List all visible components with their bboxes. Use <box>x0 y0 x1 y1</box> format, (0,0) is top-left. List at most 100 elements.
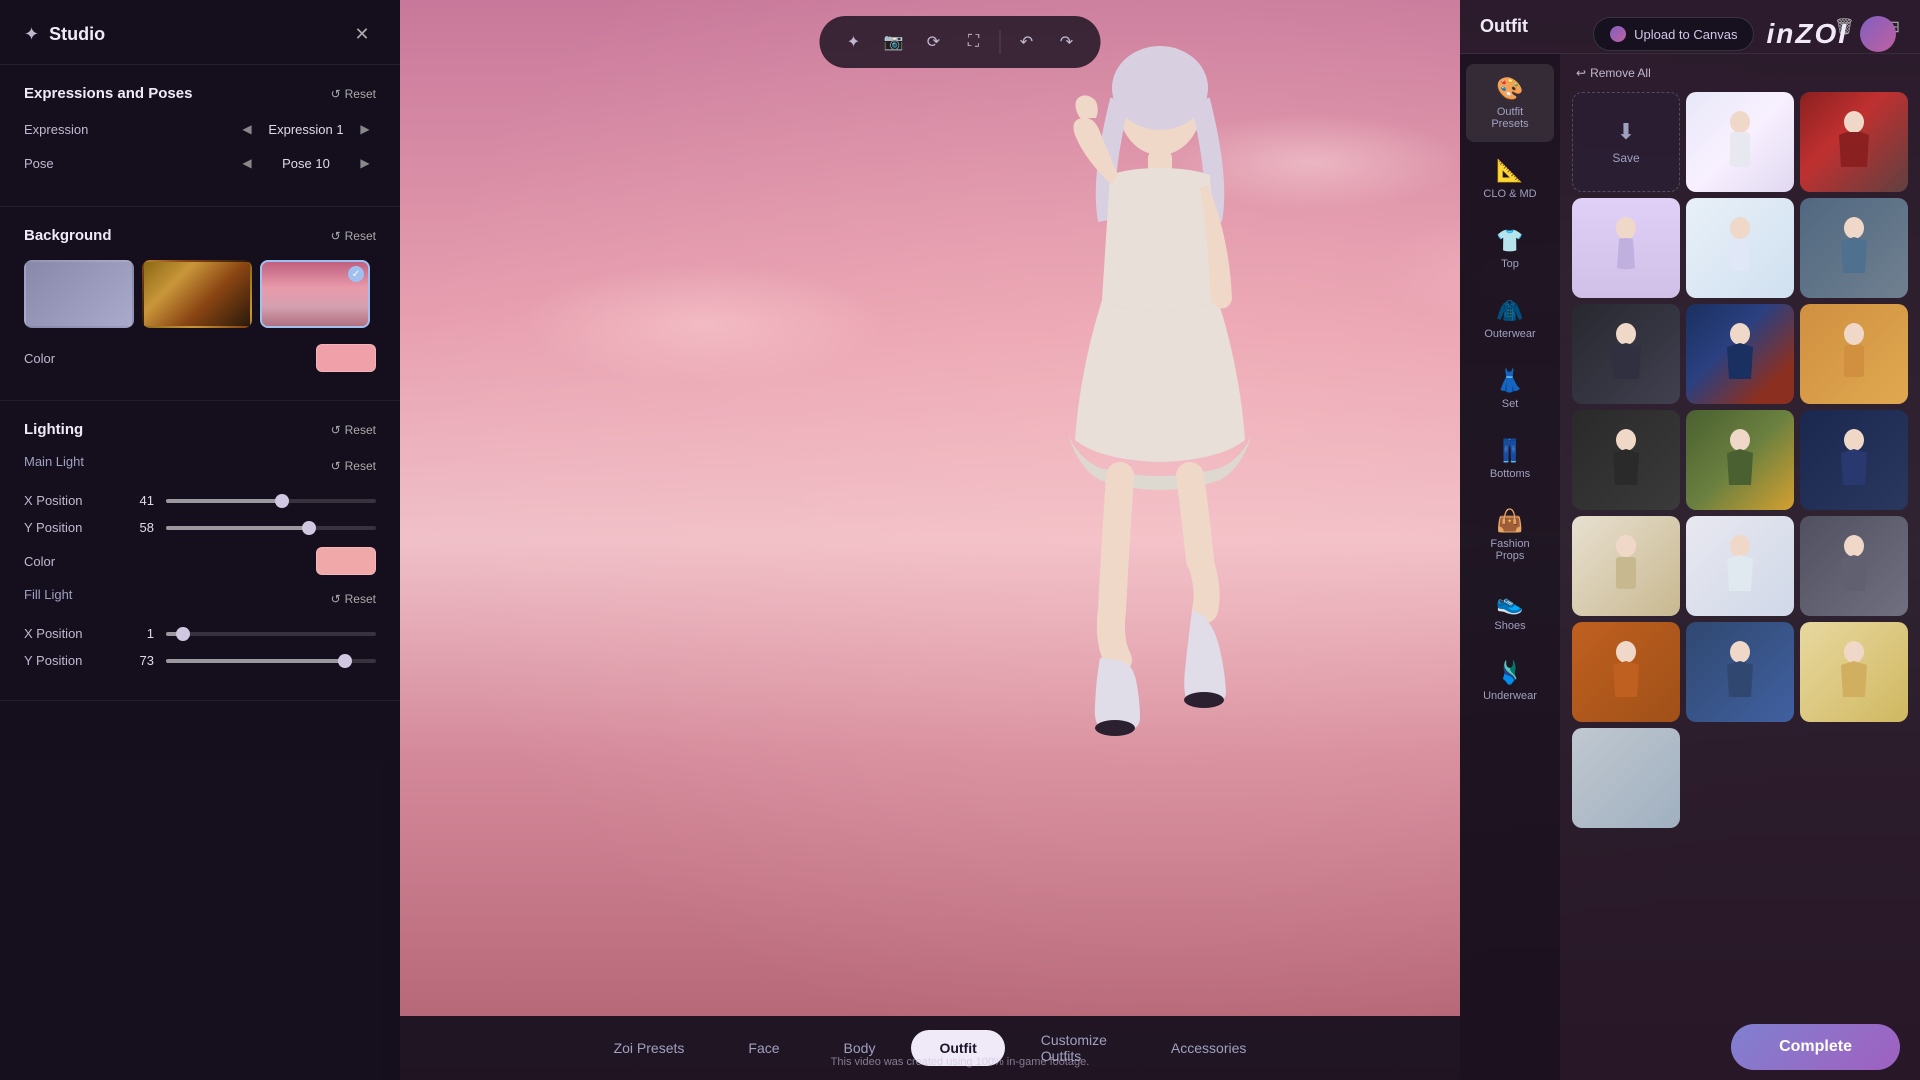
outfit-card-7[interactable] <box>1686 304 1794 404</box>
category-outerwear[interactable]: 🧥 Outerwear <box>1466 286 1554 352</box>
shoes-icon: 👟 <box>1496 590 1523 616</box>
outfit-card-10[interactable] <box>1686 410 1794 510</box>
background-reset-button[interactable]: ↺ Reset <box>331 229 376 243</box>
outfit-card-9[interactable] <box>1572 410 1680 510</box>
bg-thumbnail-pink-sky[interactable]: ✓ <box>260 260 370 328</box>
outfit-card-2[interactable] <box>1800 92 1908 192</box>
studio-icon: ✦ <box>24 24 39 45</box>
lighting-reset-button[interactable]: ↺ Reset <box>331 423 376 437</box>
lighting-reset-icon: ↺ <box>331 423 341 437</box>
outfit-save-card[interactable]: ⬇ Save <box>1572 92 1680 192</box>
outfit-card-14[interactable] <box>1800 516 1908 616</box>
outfit-card-3[interactable] <box>1572 198 1680 298</box>
reset-icon: ↺ <box>331 87 341 101</box>
main-light-y-fill <box>166 526 309 530</box>
top-icon: 👕 <box>1496 228 1523 254</box>
outfit-card-5[interactable] <box>1800 198 1908 298</box>
outfit-panel-body: 🎨 OutfitPresets 📐 CLO & MD 👕 Top 🧥 Outer… <box>1460 54 1920 1080</box>
complete-button[interactable]: Complete <box>1731 1024 1900 1070</box>
expression-next-button[interactable]: ▶ <box>354 118 376 140</box>
bg-thumbnail-room[interactable] <box>142 260 252 328</box>
bg-selected-check: ✓ <box>348 266 364 282</box>
fill-light-x-slider[interactable] <box>166 632 376 636</box>
pose-control: Pose ◀ Pose 10 ▶ <box>24 152 376 174</box>
camera-tool-button[interactable]: 📷 <box>876 24 912 60</box>
fill-light-header: Fill Light ↺ Reset <box>24 587 376 610</box>
category-underwear[interactable]: 🩱 Underwear <box>1466 648 1554 714</box>
pose-prev-button[interactable]: ◀ <box>236 152 258 174</box>
remove-all-button[interactable]: ↩ Remove All <box>1576 66 1651 80</box>
fill-light-reset-icon: ↺ <box>331 592 341 606</box>
outfit-category-sidebar: 🎨 OutfitPresets 📐 CLO & MD 👕 Top 🧥 Outer… <box>1460 54 1560 1080</box>
outfit-card-12[interactable] <box>1572 516 1680 616</box>
background-header: Background ↺ Reset <box>24 227 376 244</box>
outfit-card-6[interactable] <box>1572 304 1680 404</box>
outfit-card-17[interactable] <box>1800 622 1908 722</box>
tab-face[interactable]: Face <box>720 1030 807 1066</box>
category-bottoms[interactable]: 👖 Bottoms <box>1466 426 1554 492</box>
move-tool-button[interactable]: ✦ <box>836 24 872 60</box>
main-light-reset-icon: ↺ <box>331 459 341 473</box>
expression-control: Expression ◀ Expression 1 ▶ <box>24 118 376 140</box>
main-light-y-thumb[interactable] <box>302 521 316 535</box>
bottoms-label: Bottoms <box>1490 468 1530 480</box>
fill-light-x-thumb[interactable] <box>176 627 190 641</box>
close-panel-button[interactable]: ✕ <box>348 20 376 48</box>
rotate-tool-button[interactable]: ⟳ <box>916 24 952 60</box>
expressions-poses-reset-button[interactable]: ↺ Reset <box>331 87 376 101</box>
underwear-icon: 🩱 <box>1496 660 1523 686</box>
main-light-x-value: 41 <box>126 493 154 508</box>
redo-button[interactable]: ↷ <box>1049 24 1085 60</box>
outfit-presets-header: ↩ Remove All <box>1568 62 1912 88</box>
category-clo-md[interactable]: 📐 CLO & MD <box>1466 146 1554 212</box>
main-light-reset-button[interactable]: ↺ Reset <box>331 459 376 473</box>
fullscreen-tool-button[interactable]: ⛶ <box>956 24 992 60</box>
background-color-label: Color <box>24 351 104 366</box>
main-light-y-value: 58 <box>126 520 154 535</box>
upload-btn-label: Upload to Canvas <box>1634 27 1737 42</box>
outfit-card-13[interactable] <box>1686 516 1794 616</box>
user-avatar-button[interactable] <box>1860 16 1896 52</box>
tab-accessories[interactable]: Accessories <box>1143 1030 1274 1066</box>
main-light-x-thumb[interactable] <box>275 494 289 508</box>
main-light-x-fill <box>166 499 282 503</box>
expressions-poses-title: Expressions and Poses <box>24 85 192 102</box>
underwear-label: Underwear <box>1483 690 1537 702</box>
expression-prev-button[interactable]: ◀ <box>236 118 258 140</box>
bg-thumbnail-gray[interactable] <box>24 260 134 328</box>
category-top[interactable]: 👕 Top <box>1466 216 1554 282</box>
bottoms-icon: 👖 <box>1496 438 1523 464</box>
main-light-y-slider[interactable] <box>166 526 376 530</box>
fill-light-y-slider[interactable] <box>166 659 376 663</box>
main-light-x-slider[interactable] <box>166 499 376 503</box>
upload-to-canvas-button[interactable]: Upload to Canvas <box>1593 17 1754 51</box>
pose-nav: ◀ Pose 10 ▶ <box>104 152 376 174</box>
tab-zoi-presets[interactable]: Zoi Presets <box>586 1030 713 1066</box>
fill-light-y-value: 73 <box>126 653 154 668</box>
background-color-swatch[interactable] <box>316 344 376 372</box>
outfit-card-16[interactable] <box>1686 622 1794 722</box>
outfit-card-15[interactable] <box>1572 622 1680 722</box>
category-shoes[interactable]: 👟 Shoes <box>1466 578 1554 644</box>
category-outfit-presets[interactable]: 🎨 OutfitPresets <box>1466 64 1554 142</box>
outfit-card-4[interactable] <box>1686 198 1794 298</box>
outfit-card-8[interactable] <box>1800 304 1908 404</box>
main-light-color-label: Color <box>24 554 104 569</box>
fill-light-y-thumb[interactable] <box>338 654 352 668</box>
undo-button[interactable]: ↶ <box>1009 24 1045 60</box>
outfit-card-11[interactable] <box>1800 410 1908 510</box>
outfit-card-1[interactable] <box>1686 92 1794 192</box>
save-icon: ⬇ <box>1617 119 1635 145</box>
outfit-card-18[interactable] <box>1572 728 1680 828</box>
pose-next-button[interactable]: ▶ <box>354 152 376 174</box>
category-set[interactable]: 👗 Set <box>1466 356 1554 422</box>
bottom-tabs: Zoi Presets Face Body Outfit CustomizeOu… <box>400 1016 1460 1080</box>
fill-light-reset-button[interactable]: ↺ Reset <box>331 592 376 606</box>
outfit-presets-icon: 🎨 <box>1496 76 1523 102</box>
category-fashion-props[interactable]: 👜 FashionProps <box>1466 496 1554 574</box>
main-light-color-swatch[interactable] <box>316 547 376 575</box>
pose-value: Pose 10 <box>266 156 346 171</box>
main-light-x-label: X Position <box>24 493 114 508</box>
shoes-label: Shoes <box>1494 620 1525 632</box>
outfit-grid: ⬇ Save <box>1568 88 1912 832</box>
